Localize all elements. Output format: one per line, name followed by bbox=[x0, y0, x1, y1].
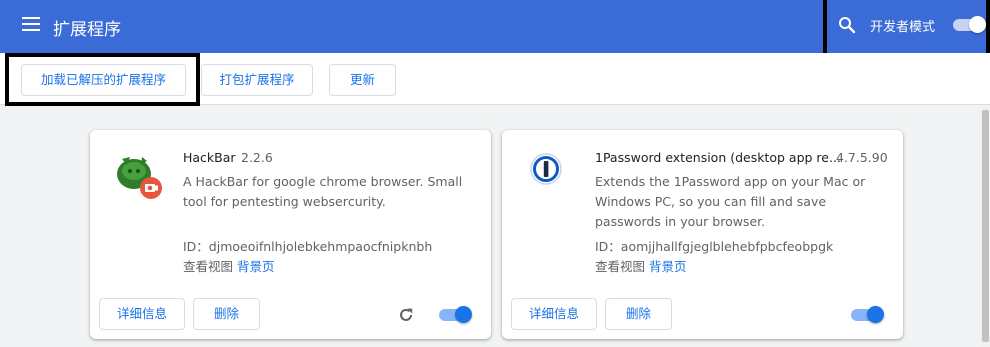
background-page-link[interactable]: 背景页 bbox=[649, 259, 687, 274]
extension-views: 查看视图 背景页 bbox=[183, 256, 275, 275]
hackbar-logo-icon bbox=[117, 157, 162, 199]
1password-logo-icon bbox=[530, 153, 562, 185]
extension-card-1password: 1Password extension (desktop app re... 4… bbox=[502, 130, 903, 339]
toggle-knob bbox=[455, 306, 472, 323]
pack-extension-button[interactable]: 打包扩展程序 bbox=[201, 64, 313, 96]
extension-version: 2.2.6 bbox=[241, 150, 273, 165]
load-unpacked-highlight bbox=[5, 53, 200, 106]
extension-version: 4.7.5.90 bbox=[836, 150, 888, 165]
extension-enable-toggle[interactable] bbox=[851, 306, 885, 324]
developer-mode-highlight bbox=[823, 0, 990, 57]
page-title: 扩展程序 bbox=[53, 20, 121, 40]
extension-enable-toggle[interactable] bbox=[439, 306, 473, 324]
scrollbar-thumb[interactable] bbox=[982, 110, 989, 342]
extension-id: ID：djmoeoifnlhjolebkehmpaocfnipknbh bbox=[183, 239, 433, 254]
views-label: 查看视图 bbox=[595, 259, 646, 274]
extension-views: 查看视图 背景页 bbox=[595, 256, 687, 275]
reload-icon[interactable] bbox=[397, 306, 415, 324]
extension-id: ID：aomjjhallfgjeglblehebfpbcfeobpgk bbox=[595, 239, 834, 254]
remove-button[interactable]: 删除 bbox=[193, 298, 260, 330]
details-button[interactable]: 详细信息 bbox=[99, 298, 185, 330]
details-button[interactable]: 详细信息 bbox=[511, 298, 597, 330]
extension-description: Extends the 1Password app on your Mac or… bbox=[595, 174, 866, 229]
toggle-knob bbox=[867, 306, 884, 323]
extension-name: 1Password extension (desktop app re... bbox=[595, 150, 841, 165]
background-page-link[interactable]: 背景页 bbox=[237, 259, 275, 274]
extension-name: HackBar bbox=[183, 150, 236, 165]
remove-button[interactable]: 删除 bbox=[605, 298, 672, 330]
extension-card-hackbar: HackBar 2.2.6 A HackBar for google chrom… bbox=[90, 130, 491, 339]
extension-description: A HackBar for google chrome browser. Sma… bbox=[183, 174, 463, 209]
views-label: 查看视图 bbox=[183, 259, 234, 274]
update-button[interactable]: 更新 bbox=[329, 64, 396, 96]
hamburger-menu-icon[interactable] bbox=[22, 17, 40, 31]
